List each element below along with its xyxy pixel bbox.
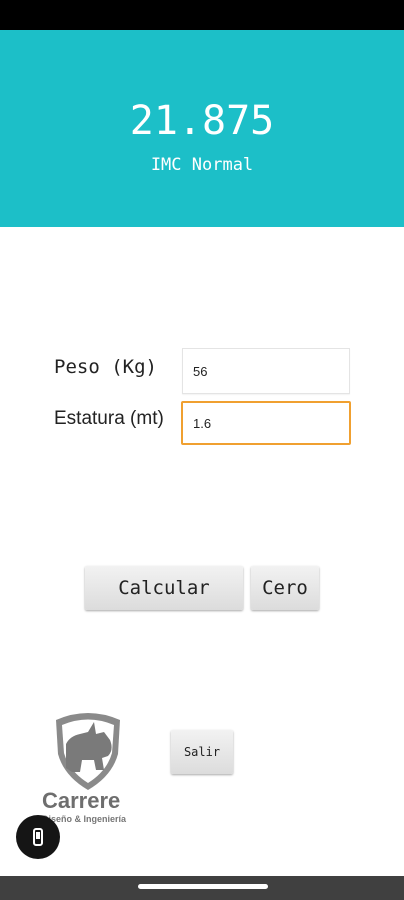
screen-rotate-button[interactable]	[16, 815, 60, 859]
peso-label: Peso (Kg)	[54, 356, 157, 378]
bmi-category: IMC Normal	[150, 155, 254, 175]
salir-button[interactable]: Salir	[171, 730, 233, 774]
estatura-label: Estatura (mt)	[54, 408, 164, 429]
estatura-input[interactable]	[181, 401, 351, 445]
peso-input[interactable]	[182, 348, 350, 394]
rhino-shield-icon	[56, 713, 120, 790]
screen-rotate-icon	[33, 828, 43, 846]
carrere-logo: Carrere Diseño & Ingeniería	[38, 710, 138, 830]
result-panel: 21.875 IMC Normal	[0, 30, 404, 227]
logo-name: Carrere	[42, 788, 121, 813]
calcular-button[interactable]: Calcular	[85, 566, 243, 610]
status-bar	[0, 0, 404, 30]
bmi-value: 21.875	[129, 98, 275, 144]
cero-button[interactable]: Cero	[251, 566, 319, 610]
home-gesture-handle[interactable]	[138, 884, 268, 889]
